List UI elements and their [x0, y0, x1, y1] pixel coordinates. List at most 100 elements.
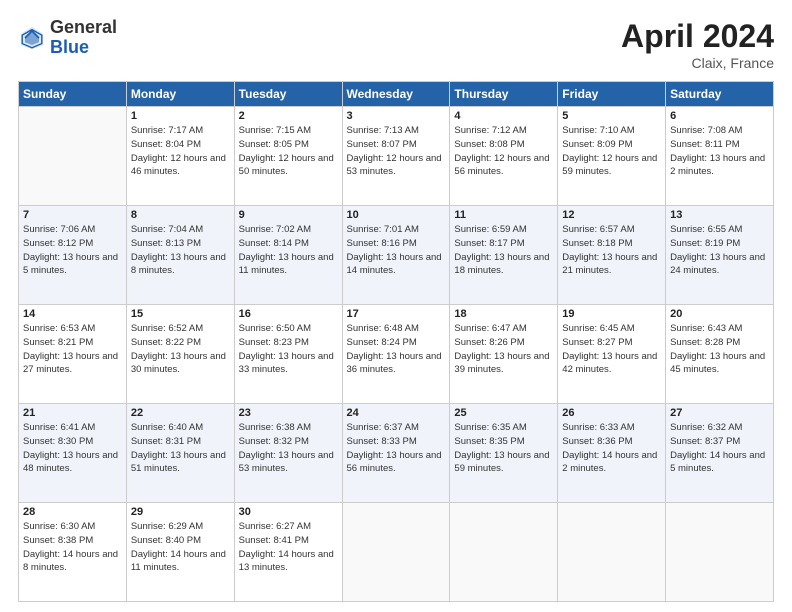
month-year: April 2024 — [621, 18, 774, 55]
day-info: Sunrise: 7:15 AMSunset: 8:05 PMDaylight:… — [239, 124, 338, 179]
day-info: Sunrise: 6:47 AMSunset: 8:26 PMDaylight:… — [454, 322, 553, 377]
calendar-cell: 24 Sunrise: 6:37 AMSunset: 8:33 PMDayligh… — [342, 404, 450, 503]
calendar-header-thursday: Thursday — [450, 82, 558, 107]
day-info: Sunrise: 6:27 AMSunset: 8:41 PMDaylight:… — [239, 520, 338, 575]
day-info: Sunrise: 6:43 AMSunset: 8:28 PMDaylight:… — [670, 322, 769, 377]
day-number: 19 — [562, 308, 661, 320]
calendar-cell: 27Sunrise: 6:32 AMSunset: 8:37 PMDayligh… — [666, 404, 774, 503]
title-block: April 2024 Claix, France — [621, 18, 774, 71]
day-info: Sunrise: 6:57 AMSunset: 8:18 PMDaylight:… — [562, 223, 661, 278]
day-number: 16 — [239, 308, 338, 320]
day-number: 29 — [131, 506, 230, 518]
calendar-cell: 4 Sunrise: 7:12 AMSunset: 8:08 PMDaylight… — [450, 107, 558, 206]
day-info: Sunrise: 6:55 AMSunset: 8:19 PMDaylight:… — [670, 223, 769, 278]
calendar-header-monday: Monday — [126, 82, 234, 107]
logo-text: General Blue — [50, 18, 117, 58]
day-info: Sunrise: 7:01 AMSunset: 8:16 PMDaylight:… — [347, 223, 446, 278]
calendar-cell: 19 Sunrise: 6:45 AMSunset: 8:27 PMDayligh… — [558, 305, 666, 404]
calendar-cell: 12Sunrise: 6:57 AMSunset: 8:18 PMDayligh… — [558, 206, 666, 305]
day-info: Sunrise: 7:10 AMSunset: 8:09 PMDaylight:… — [562, 124, 661, 179]
day-number: 20 — [670, 308, 769, 320]
day-number: 5 — [562, 110, 661, 122]
calendar-cell — [558, 503, 666, 602]
day-info: Sunrise: 6:53 AMSunset: 8:21 PMDaylight:… — [23, 322, 122, 377]
day-number: 26 — [562, 407, 661, 419]
calendar-week-row: 1Sunrise: 7:17 AMSunset: 8:04 PMDaylight… — [19, 107, 774, 206]
location: Claix, France — [621, 55, 774, 71]
calendar-cell: 18 Sunrise: 6:47 AMSunset: 8:26 PMDayligh… — [450, 305, 558, 404]
calendar-week-row: 14 Sunrise: 6:53 AMSunset: 8:21 PMDayligh… — [19, 305, 774, 404]
calendar-cell: 25 Sunrise: 6:35 AMSunset: 8:35 PMDayligh… — [450, 404, 558, 503]
day-info: Sunrise: 7:02 AMSunset: 8:14 PMDaylight:… — [239, 223, 338, 278]
calendar-cell: 5 Sunrise: 7:10 AMSunset: 8:09 PMDaylight… — [558, 107, 666, 206]
calendar-cell: 20 Sunrise: 6:43 AMSunset: 8:28 PMDayligh… — [666, 305, 774, 404]
calendar-cell: 11Sunrise: 6:59 AMSunset: 8:17 PMDayligh… — [450, 206, 558, 305]
calendar-week-row: 21Sunrise: 6:41 AMSunset: 8:30 PMDayligh… — [19, 404, 774, 503]
calendar-week-row: 7Sunrise: 7:06 AMSunset: 8:12 PMDaylight… — [19, 206, 774, 305]
day-info: Sunrise: 7:04 AMSunset: 8:13 PMDaylight:… — [131, 223, 230, 278]
day-number: 6 — [670, 110, 769, 122]
calendar-cell — [666, 503, 774, 602]
day-number: 15 — [131, 308, 230, 320]
logo-icon — [18, 24, 46, 52]
calendar-header-row: SundayMondayTuesdayWednesdayThursdayFrid… — [19, 82, 774, 107]
calendar-cell: 29Sunrise: 6:29 AMSunset: 8:40 PMDayligh… — [126, 503, 234, 602]
day-info: Sunrise: 7:06 AMSunset: 8:12 PMDaylight:… — [23, 223, 122, 278]
day-info: Sunrise: 7:12 AMSunset: 8:08 PMDaylight:… — [454, 124, 553, 179]
day-number: 2 — [239, 110, 338, 122]
calendar-header-friday: Friday — [558, 82, 666, 107]
day-number: 22 — [131, 407, 230, 419]
calendar-cell: 26 Sunrise: 6:33 AMSunset: 8:36 PMDayligh… — [558, 404, 666, 503]
day-info: Sunrise: 6:48 AMSunset: 8:24 PMDaylight:… — [347, 322, 446, 377]
day-number: 14 — [23, 308, 122, 320]
day-number: 13 — [670, 209, 769, 221]
day-number: 10 — [347, 209, 446, 221]
calendar-cell: 23Sunrise: 6:38 AMSunset: 8:32 PMDayligh… — [234, 404, 342, 503]
day-number: 1 — [131, 110, 230, 122]
day-number: 30 — [239, 506, 338, 518]
calendar-cell — [342, 503, 450, 602]
day-number: 18 — [454, 308, 553, 320]
calendar-header-wednesday: Wednesday — [342, 82, 450, 107]
day-number: 9 — [239, 209, 338, 221]
calendar-cell: 2 Sunrise: 7:15 AMSunset: 8:05 PMDaylight… — [234, 107, 342, 206]
day-info: Sunrise: 6:59 AMSunset: 8:17 PMDaylight:… — [454, 223, 553, 278]
day-info: Sunrise: 6:32 AMSunset: 8:37 PMDaylight:… — [670, 421, 769, 476]
day-number: 17 — [347, 308, 446, 320]
day-number: 28 — [23, 506, 122, 518]
calendar-cell: 3 Sunrise: 7:13 AMSunset: 8:07 PMDaylight… — [342, 107, 450, 206]
day-info: Sunrise: 6:50 AMSunset: 8:23 PMDaylight:… — [239, 322, 338, 377]
day-info: Sunrise: 7:13 AMSunset: 8:07 PMDaylight:… — [347, 124, 446, 179]
day-number: 4 — [454, 110, 553, 122]
calendar-cell: 8 Sunrise: 7:04 AMSunset: 8:13 PMDaylight… — [126, 206, 234, 305]
day-info: Sunrise: 6:45 AMSunset: 8:27 PMDaylight:… — [562, 322, 661, 377]
calendar-cell — [450, 503, 558, 602]
day-info: Sunrise: 6:30 AMSunset: 8:38 PMDaylight:… — [23, 520, 122, 575]
day-info: Sunrise: 6:33 AMSunset: 8:36 PMDaylight:… — [562, 421, 661, 476]
day-number: 24 — [347, 407, 446, 419]
calendar-cell: 6 Sunrise: 7:08 AMSunset: 8:11 PMDaylight… — [666, 107, 774, 206]
day-number: 3 — [347, 110, 446, 122]
calendar-cell — [19, 107, 127, 206]
calendar-cell: 30 Sunrise: 6:27 AMSunset: 8:41 PMDayligh… — [234, 503, 342, 602]
header: General Blue April 2024 Claix, France — [18, 18, 774, 71]
calendar-cell: 17 Sunrise: 6:48 AMSunset: 8:24 PMDayligh… — [342, 305, 450, 404]
calendar-cell: 10 Sunrise: 7:01 AMSunset: 8:16 PMDayligh… — [342, 206, 450, 305]
calendar: SundayMondayTuesdayWednesdayThursdayFrid… — [18, 81, 774, 602]
day-info: Sunrise: 6:52 AMSunset: 8:22 PMDaylight:… — [131, 322, 230, 377]
day-number: 25 — [454, 407, 553, 419]
day-number: 8 — [131, 209, 230, 221]
day-info: Sunrise: 6:37 AMSunset: 8:33 PMDaylight:… — [347, 421, 446, 476]
calendar-cell: 15 Sunrise: 6:52 AMSunset: 8:22 PMDayligh… — [126, 305, 234, 404]
day-info: Sunrise: 6:38 AMSunset: 8:32 PMDaylight:… — [239, 421, 338, 476]
day-info: Sunrise: 6:41 AMSunset: 8:30 PMDaylight:… — [23, 421, 122, 476]
day-info: Sunrise: 6:35 AMSunset: 8:35 PMDaylight:… — [454, 421, 553, 476]
calendar-week-row: 28 Sunrise: 6:30 AMSunset: 8:38 PMDayligh… — [19, 503, 774, 602]
calendar-cell: 14 Sunrise: 6:53 AMSunset: 8:21 PMDayligh… — [19, 305, 127, 404]
calendar-cell: 28 Sunrise: 6:30 AMSunset: 8:38 PMDayligh… — [19, 503, 127, 602]
calendar-cell: 16 Sunrise: 6:50 AMSunset: 8:23 PMDayligh… — [234, 305, 342, 404]
logo: General Blue — [18, 18, 117, 58]
day-info: Sunrise: 7:08 AMSunset: 8:11 PMDaylight:… — [670, 124, 769, 179]
logo-blue: Blue — [50, 38, 117, 58]
calendar-header-tuesday: Tuesday — [234, 82, 342, 107]
